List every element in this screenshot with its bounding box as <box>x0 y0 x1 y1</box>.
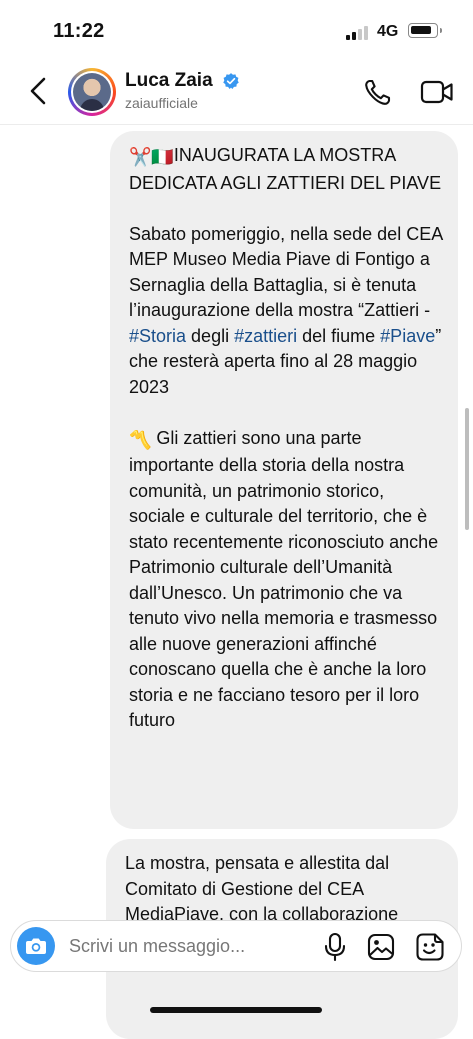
message-paragraph: 〽️ Gli zattieri sono una parte important… <box>129 426 444 734</box>
message-bubble[interactable]: ✂️🇮🇹INAUGURATA LA MOSTRA DEDICATA AGLI Z… <box>110 131 458 829</box>
chat-header: Luca Zaia zaiaufficiale <box>0 58 473 125</box>
status-time: 11:22 <box>53 20 105 42</box>
phone-icon[interactable] <box>362 78 392 108</box>
message-input[interactable]: Scrivi un messaggio... <box>69 936 245 957</box>
scroll-indicator[interactable] <box>465 408 469 530</box>
message-text: degli <box>186 325 235 346</box>
battery-icon <box>408 23 442 38</box>
scissors-emoji: ✂️ <box>129 147 152 167</box>
sticker-icon[interactable] <box>415 932 445 962</box>
signal-icon <box>346 24 370 40</box>
gallery-icon[interactable] <box>367 933 395 961</box>
profile-handle: zaiaufficiale <box>125 95 198 111</box>
avatar[interactable] <box>68 68 116 116</box>
profile-info[interactable]: Luca Zaia zaiaufficiale <box>125 70 240 111</box>
italy-flag-emoji: 🇮🇹 <box>151 147 174 167</box>
back-icon[interactable] <box>22 71 56 111</box>
profile-name: Luca Zaia <box>125 70 213 91</box>
home-indicator[interactable] <box>150 1007 322 1013</box>
camera-icon <box>26 938 46 954</box>
part-alternation-mark-emoji: 〽️ <box>129 429 152 450</box>
message-text: La mostra, pensata e allestita dal Comit… <box>125 853 399 924</box>
message-composer[interactable]: Scrivi un messaggio... <box>10 920 462 972</box>
status-bar: 11:22 4G <box>0 0 473 58</box>
message-paragraph: ✂️🇮🇹INAUGURATA LA MOSTRA DEDICATA AGLI Z… <box>129 143 444 196</box>
message-paragraph: Sabato pomeriggio, nella sede del CEA ME… <box>129 222 444 401</box>
message-text: Sabato pomeriggio, nella sede del CEA ME… <box>129 223 448 321</box>
hashtag-link[interactable]: #Storia <box>129 326 186 346</box>
microphone-icon[interactable] <box>323 932 347 962</box>
verified-icon <box>223 73 239 89</box>
message-text: del fiume <box>297 325 381 346</box>
hashtag-link[interactable]: #Piave <box>380 326 435 346</box>
network-type: 4G <box>377 23 399 40</box>
camera-button[interactable] <box>17 927 55 965</box>
hashtag-link[interactable]: #zattieri <box>234 326 297 346</box>
message-text: Gli zattieri sono una parte importante d… <box>129 427 444 731</box>
video-camera-icon[interactable] <box>420 77 454 107</box>
message-text: INAUGURATA LA MOSTRA DEDICATA AGLI ZATTI… <box>129 145 442 193</box>
